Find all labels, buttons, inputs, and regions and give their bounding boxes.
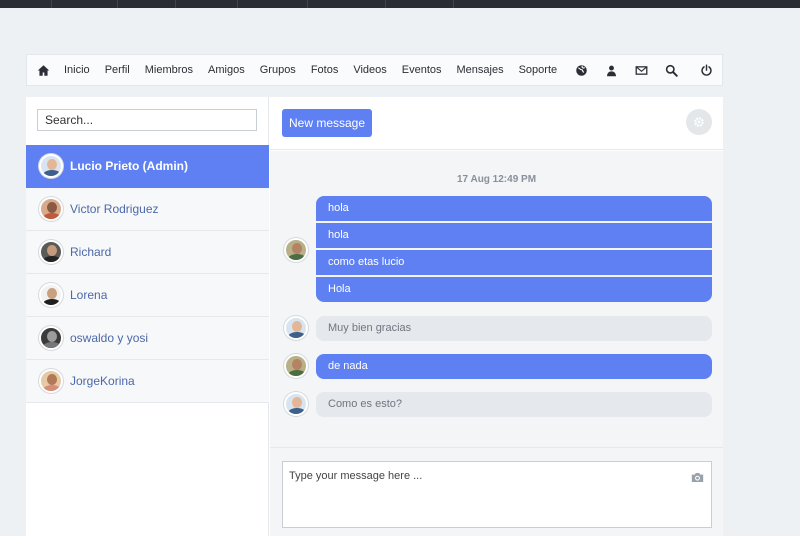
nav-item-amigos[interactable]: Amigos xyxy=(208,64,245,76)
avatar xyxy=(39,154,63,178)
contact-name: Lorena xyxy=(70,288,108,302)
gear-icon[interactable] xyxy=(686,109,712,135)
message-composer xyxy=(270,447,723,536)
nav-item-mensajes[interactable]: Mensajes xyxy=(457,64,504,76)
top-bar-tab[interactable] xyxy=(238,0,308,8)
contact-item[interactable]: Lucio Prieto (Admin) xyxy=(26,145,269,188)
message-group-outgoing: de nada xyxy=(284,354,712,382)
message-bubble: Como es esto? xyxy=(316,392,712,417)
top-bar-tab[interactable] xyxy=(118,0,176,8)
avatar xyxy=(284,392,308,416)
message-group-outgoing: hola hola como etas lucio Hola xyxy=(284,196,712,303)
top-bar-tab[interactable] xyxy=(176,0,238,8)
message-bubble: Hola xyxy=(316,277,712,302)
top-bar xyxy=(0,0,800,8)
contact-item[interactable]: oswaldo y yosi xyxy=(26,317,269,360)
message-bubble: Muy bien gracias xyxy=(316,316,712,341)
globe-icon[interactable] xyxy=(574,63,588,77)
top-bar-tab[interactable] xyxy=(52,0,118,8)
chat-header: New message xyxy=(270,97,723,150)
contact-item[interactable]: Victor Rodriguez xyxy=(26,188,269,231)
messaging-panel: Lucio Prieto (Admin) Victor Rodriguez Ri… xyxy=(26,97,723,536)
top-bar-tab[interactable] xyxy=(308,0,386,8)
power-icon[interactable] xyxy=(699,63,713,77)
avatar xyxy=(284,238,308,262)
contact-name: oswaldo y yosi xyxy=(70,331,149,345)
nav-item-miembros[interactable]: Miembros xyxy=(145,64,193,76)
contact-list: Lucio Prieto (Admin) Victor Rodriguez Ri… xyxy=(26,145,269,403)
top-bar-tab[interactable] xyxy=(386,0,454,8)
nav-item-grupos[interactable]: Grupos xyxy=(260,64,296,76)
nav-item-eventos[interactable]: Eventos xyxy=(402,64,442,76)
message-bubble: de nada xyxy=(316,354,712,379)
search-icon[interactable] xyxy=(664,63,678,77)
message-bubble: hola xyxy=(316,223,712,248)
contact-name: Richard xyxy=(70,245,112,259)
main-navbar: Inicio Perfil Miembros Amigos Grupos Fot… xyxy=(26,54,723,86)
mail-icon[interactable] xyxy=(634,63,648,77)
contact-name: Lucio Prieto (Admin) xyxy=(70,159,188,173)
contact-name: JorgeKorina xyxy=(70,374,135,388)
message-bubble: como etas lucio xyxy=(316,250,712,275)
avatar xyxy=(39,240,63,264)
top-bar-tab[interactable] xyxy=(0,0,52,8)
contact-item[interactable]: Lorena xyxy=(26,274,269,317)
avatar xyxy=(39,197,63,221)
nav-item-inicio[interactable]: Inicio xyxy=(64,64,90,76)
nav-item-videos[interactable]: Videos xyxy=(353,64,386,76)
chat-area: New message 17 Aug 12:49 PM hola hola co… xyxy=(270,97,723,536)
avatar xyxy=(39,326,63,350)
contact-item[interactable]: JorgeKorina xyxy=(26,360,269,403)
search-input[interactable] xyxy=(37,109,257,131)
camera-icon[interactable] xyxy=(691,470,704,482)
contact-item[interactable]: Richard xyxy=(26,231,269,274)
home-icon[interactable] xyxy=(36,63,50,77)
conversation-sidebar: Lucio Prieto (Admin) Victor Rodriguez Ri… xyxy=(26,97,269,536)
message-group-incoming: Muy bien gracias xyxy=(284,316,712,344)
nav-item-soporte[interactable]: Soporte xyxy=(519,64,558,76)
contact-name: Victor Rodriguez xyxy=(70,202,159,216)
message-input[interactable] xyxy=(282,461,712,528)
avatar xyxy=(39,283,63,307)
avatar xyxy=(39,369,63,393)
nav-item-fotos[interactable]: Fotos xyxy=(311,64,339,76)
nav-item-perfil[interactable]: Perfil xyxy=(105,64,130,76)
message-bubble: hola xyxy=(316,196,712,221)
message-group-incoming: Como es esto? xyxy=(284,392,712,420)
avatar xyxy=(284,354,308,378)
user-icon[interactable] xyxy=(604,63,618,77)
new-message-button[interactable]: New message xyxy=(282,109,373,137)
message-timestamp: 17 Aug 12:49 PM xyxy=(456,174,537,185)
message-thread: 17 Aug 12:49 PM hola hola como etas luci… xyxy=(270,151,723,447)
avatar xyxy=(284,316,308,340)
